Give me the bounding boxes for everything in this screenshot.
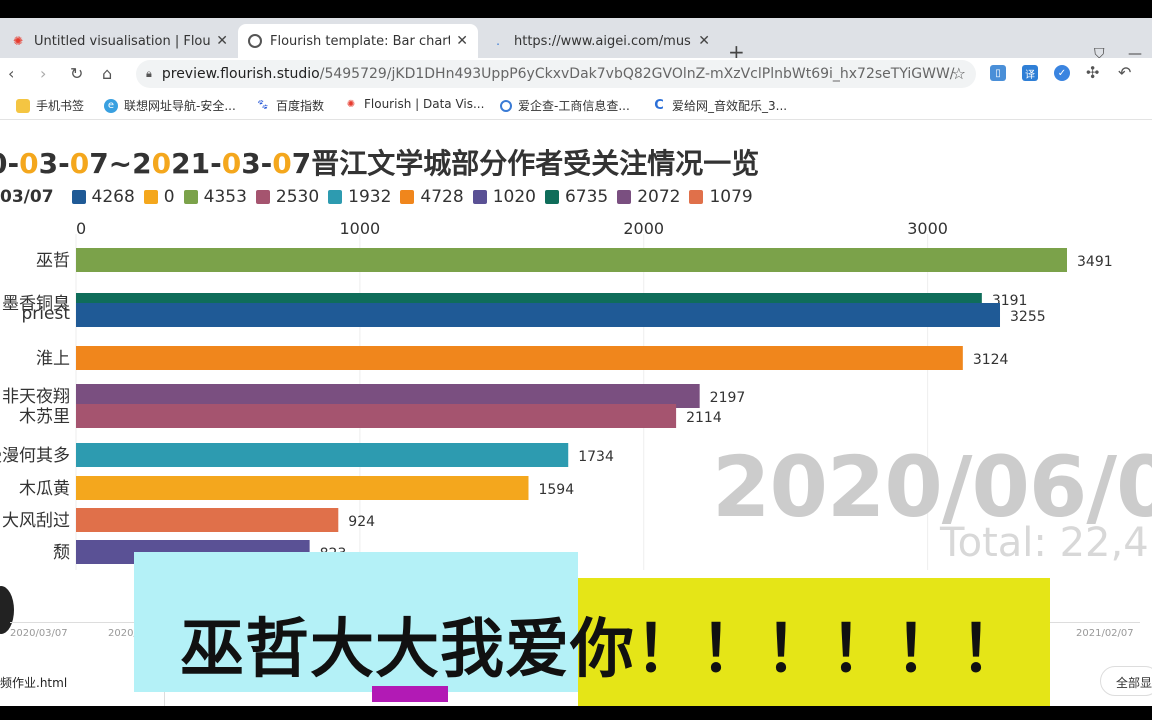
timeline-label: 2020/ <box>108 628 137 639</box>
tab-untitled-visualisation[interactable]: ✺ Untitled visualisation | Flourish ✕ <box>0 24 238 58</box>
forward-icon[interactable]: › <box>40 64 46 83</box>
folder-icon <box>16 98 30 113</box>
bookmark-baidu[interactable]: 🐾︎ 百度指数 <box>256 97 324 114</box>
bar-category-label: 木苏里 <box>19 407 70 427</box>
bookmark-aigei[interactable]: C 爱给网_音效配乐_3... <box>652 97 787 114</box>
aigei-icon: C <box>654 98 664 113</box>
bar <box>76 346 963 370</box>
bar <box>76 303 1001 327</box>
translate-icon[interactable]: 译 <box>1022 65 1038 81</box>
show-all-button[interactable]: 全部显 <box>1100 666 1152 696</box>
x-tick-label: 0 <box>76 219 86 238</box>
tab-flourish-template[interactable]: Flourish template: Bar chart race ✕ <box>238 24 478 58</box>
total-label: Total: 22,4 <box>940 520 1149 566</box>
bar-value-label: 924 <box>348 514 375 530</box>
bookmark-label: 百度指数 <box>276 99 325 113</box>
page-icon: . <box>496 34 500 48</box>
bar <box>76 476 529 500</box>
bar-value-label: 2114 <box>686 410 722 426</box>
url-path: /5495729/jKD1DHn493UppP6yCkxvDak7vbQ82GV… <box>319 66 955 82</box>
bar-category-label: 非天夜翔 <box>2 387 70 407</box>
bar-value-label: 3491 <box>1077 254 1113 270</box>
bar-value-label: 3255 <box>1010 309 1046 325</box>
bookmark-label: 手机书签 <box>36 99 85 113</box>
extension-icon[interactable]: ▯ <box>990 65 1006 81</box>
close-icon[interactable]: ✕ <box>698 33 710 49</box>
x-tick-label: 2000 <box>623 219 664 238</box>
star-icon[interactable]: ☆ <box>952 64 966 83</box>
top-black-band <box>0 0 1152 18</box>
bookmark-flourish[interactable]: ✺ Flourish | Data Vis... <box>344 97 485 111</box>
close-icon[interactable]: ✕ <box>216 33 228 49</box>
tab-strip: ✺ Untitled visualisation | Flourish ✕ Fl… <box>0 18 1152 64</box>
tab-label: Flourish template: Bar chart race <box>270 33 451 49</box>
bar <box>76 248 1067 272</box>
browser-toolbar: ‹ › ↻ ⌂ 🔒︎ preview.flourish.studio/54957… <box>0 58 1152 90</box>
baidu-icon: 🐾︎ <box>256 100 270 111</box>
bookmark-label: Flourish | Data Vis... <box>364 97 485 111</box>
reload-icon[interactable]: ↻ <box>70 64 83 83</box>
bar <box>76 508 339 532</box>
bookmark-mobile[interactable]: 手机书签 <box>16 97 84 114</box>
tab-label: https://www.aigei.com/music/class/ <box>514 33 692 49</box>
bar-category-label: 木瓜黄 <box>19 479 70 499</box>
bar-category-label: 巫哲 <box>36 251 70 271</box>
shield-icon[interactable]: ✓ <box>1054 65 1070 81</box>
timeline-start-label: 2020/03/07 <box>10 628 68 639</box>
home-icon[interactable]: ⌂ <box>102 64 112 83</box>
bookmark-label: 联想网址导航-安全... <box>124 99 236 113</box>
undo-icon[interactable]: ↶ <box>1118 63 1131 82</box>
x-tick-label: 1000 <box>340 219 381 238</box>
flourish-icon: ✺ <box>12 34 24 48</box>
edge-icon <box>248 34 262 48</box>
url-host: preview.flourish.studio <box>161 66 320 82</box>
bookmark-label: 爱给网_音效配乐_3... <box>672 99 788 113</box>
aiqicha-icon <box>500 99 512 112</box>
bookmark-aiqicha[interactable]: 爱企查-工商信息查... <box>500 97 630 114</box>
tab-aigei[interactable]: . https://www.aigei.com/music/class/ ✕ <box>480 24 720 58</box>
bookmarks-bar: 手机书签 e 联想网址导航-安全... 🐾︎ 百度指数 ✺ Flourish |… <box>0 90 1152 120</box>
bar-value-label: 1594 <box>538 482 574 498</box>
lock-icon: 🔒︎ <box>146 67 152 80</box>
bar-category-label: 大风刮过 <box>2 511 70 531</box>
extensions-puzzle-icon[interactable]: ✣ <box>1086 63 1099 82</box>
bar-category-label: 漫漫何其多 <box>0 446 70 466</box>
bottom-black-band <box>0 706 1152 720</box>
x-tick-label: 3000 <box>907 219 948 238</box>
bar-value-label: 1734 <box>578 449 614 465</box>
bar-value-label: 3124 <box>973 352 1009 368</box>
flourish-icon: ✺ <box>346 98 356 110</box>
bar-category-label: 颓 <box>53 543 70 563</box>
lenovo-icon: e <box>104 98 118 113</box>
bookmark-lenovo[interactable]: e 联想网址导航-安全... <box>104 97 236 114</box>
bar-category-label: 淮上 <box>36 349 70 369</box>
close-icon[interactable]: ✕ <box>456 33 468 49</box>
tab-label: Untitled visualisation | Flourish <box>34 33 211 49</box>
address-bar[interactable]: 🔒︎ preview.flourish.studio/5495729/jKD1D… <box>136 60 976 88</box>
timeline-end-label: 2021/02/07 <box>1076 628 1134 639</box>
bar <box>76 404 677 428</box>
bar-category-label: priest <box>22 304 71 324</box>
overlay-caption: 巫哲大大我爱你！！！！！！ <box>180 613 1025 687</box>
back-icon[interactable]: ‹ <box>8 64 14 83</box>
bar-value-label: 2197 <box>710 390 746 406</box>
download-filename[interactable]: 频作业.html <box>0 674 67 691</box>
bar <box>76 443 569 467</box>
bookmark-label: 爱企查-工商信息查... <box>518 99 630 113</box>
